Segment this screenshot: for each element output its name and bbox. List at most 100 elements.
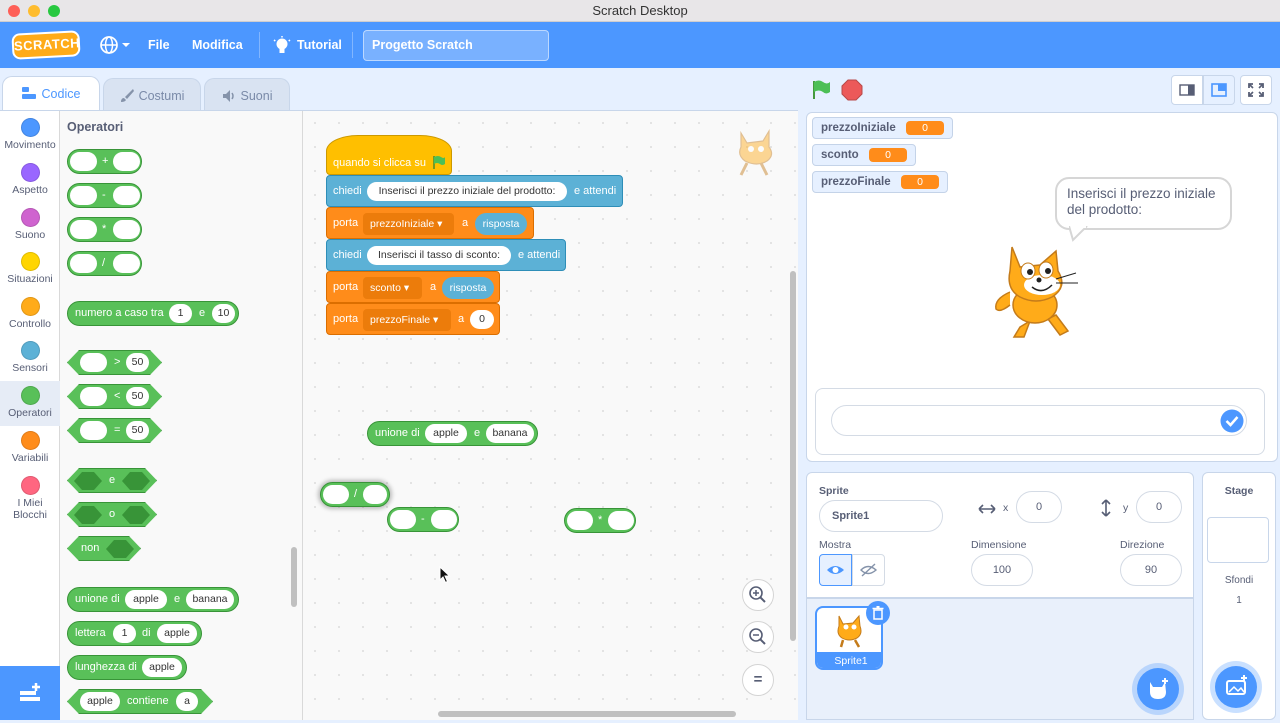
operand-input[interactable] bbox=[80, 387, 107, 406]
operand-input[interactable] bbox=[113, 186, 140, 205]
minimize-window-button[interactable] bbox=[28, 5, 40, 17]
stage[interactable]: prezzoIniziale 0 sconto 0 prezzoFinale 0… bbox=[806, 112, 1278, 462]
operand-input[interactable] bbox=[390, 510, 416, 529]
variable-monitor[interactable]: prezzoFinale 0 bbox=[812, 171, 948, 193]
length-of-block[interactable]: lunghezza di apple bbox=[67, 655, 187, 680]
operand-input[interactable]: 50 bbox=[126, 387, 149, 406]
join-input-a[interactable]: apple bbox=[425, 424, 467, 443]
tab-sounds[interactable]: Suoni bbox=[204, 78, 290, 112]
boolean-slot[interactable] bbox=[74, 472, 102, 490]
show-sprite-button[interactable] bbox=[819, 554, 852, 586]
operand-input[interactable] bbox=[431, 510, 457, 529]
delete-sprite-button[interactable] bbox=[866, 601, 890, 625]
submit-check-icon[interactable] bbox=[1220, 409, 1244, 433]
multiply-block[interactable]: * bbox=[564, 508, 636, 533]
divide-block[interactable]: / bbox=[67, 251, 142, 276]
answer-reporter[interactable]: risposta bbox=[442, 277, 494, 299]
hide-sprite-button[interactable] bbox=[852, 554, 885, 586]
file-menu[interactable]: File bbox=[148, 22, 170, 68]
variable-monitor[interactable]: prezzoIniziale 0 bbox=[812, 117, 953, 139]
boolean-slot[interactable] bbox=[74, 506, 102, 524]
set-variable-block[interactable]: porta sconto ▾ a risposta bbox=[326, 271, 500, 303]
not-block[interactable]: non bbox=[67, 536, 141, 561]
less-than-block[interactable]: < 50 bbox=[67, 384, 162, 409]
length-word-input[interactable]: apple bbox=[142, 658, 182, 677]
add-block[interactable]: + bbox=[67, 149, 142, 174]
join-input-b[interactable]: banana bbox=[486, 424, 534, 443]
subtract-block[interactable]: - bbox=[387, 507, 459, 532]
greater-than-block[interactable]: > 50 bbox=[67, 350, 162, 375]
operand-input[interactable] bbox=[113, 254, 140, 273]
operand-input[interactable]: 50 bbox=[126, 421, 149, 440]
x-position-input[interactable]: 0 bbox=[1016, 491, 1062, 523]
random-to-input[interactable]: 10 bbox=[212, 304, 235, 323]
join-block[interactable]: unione di apple e banana bbox=[367, 421, 538, 446]
stop-button[interactable] bbox=[841, 79, 863, 101]
variable-dropdown[interactable]: prezzoFinale ▾ bbox=[363, 309, 451, 331]
y-position-input[interactable]: 0 bbox=[1136, 491, 1182, 523]
category-movimento[interactable]: Movimento bbox=[0, 118, 60, 151]
large-stage-button[interactable] bbox=[1203, 75, 1235, 105]
contains-block[interactable]: apple contiene a bbox=[67, 689, 213, 714]
value-input[interactable]: 0 bbox=[470, 310, 494, 329]
operand-input[interactable] bbox=[70, 254, 97, 273]
category-aspetto[interactable]: Aspetto bbox=[0, 163, 60, 196]
tab-code[interactable]: Codice bbox=[2, 76, 100, 112]
backdrop-thumbnail[interactable] bbox=[1207, 517, 1269, 563]
choose-backdrop-button[interactable] bbox=[1215, 666, 1257, 708]
when-flag-clicked-block[interactable]: quando si clicca su bbox=[326, 135, 452, 175]
cat-sprite[interactable] bbox=[990, 237, 1090, 339]
answer-reporter[interactable]: risposta bbox=[475, 213, 527, 235]
edit-menu[interactable]: Modifica bbox=[192, 22, 243, 68]
category-operatori[interactable]: Operatori bbox=[0, 381, 60, 426]
variable-dropdown[interactable]: prezzoIniziale ▾ bbox=[363, 213, 454, 235]
operand-input[interactable] bbox=[323, 485, 349, 504]
horizontal-scrollbar[interactable] bbox=[438, 711, 736, 717]
equals-block[interactable]: = 50 bbox=[67, 418, 162, 443]
ask-question-input[interactable]: Inserisci il prezzo iniziale del prodott… bbox=[367, 182, 567, 201]
sprite-name-input[interactable]: Sprite1 bbox=[819, 500, 943, 532]
zoom-reset-button[interactable]: = bbox=[742, 664, 774, 696]
letter-of-block[interactable]: lettera 1 di apple bbox=[67, 621, 202, 646]
random-block[interactable]: numero a caso tra 1 e 10 bbox=[67, 301, 239, 326]
category-situazioni[interactable]: Situazioni bbox=[0, 252, 60, 285]
script-area[interactable]: quando si clicca su chiedi Inserisci il … bbox=[303, 111, 798, 720]
operand-input[interactable] bbox=[363, 485, 387, 504]
operand-input[interactable] bbox=[113, 152, 140, 171]
multiply-block[interactable]: * bbox=[67, 217, 142, 242]
fullscreen-button[interactable] bbox=[1240, 75, 1272, 105]
tutorial-menu[interactable] bbox=[272, 36, 292, 59]
divide-block[interactable]: / bbox=[320, 482, 390, 507]
operand-input[interactable]: 50 bbox=[126, 353, 149, 372]
green-flag-button[interactable] bbox=[810, 79, 832, 101]
set-variable-block[interactable]: porta prezzoFinale ▾ a 0 bbox=[326, 303, 500, 335]
operand-input[interactable] bbox=[70, 186, 97, 205]
add-extension-button[interactable] bbox=[0, 666, 60, 720]
ask-and-wait-block[interactable]: chiedi Inserisci il prezzo iniziale del … bbox=[326, 175, 623, 207]
join-input-a[interactable]: apple bbox=[125, 590, 167, 609]
scratch-logo[interactable]: SCRATCH bbox=[11, 30, 81, 60]
category-controllo[interactable]: Controllo bbox=[0, 297, 60, 330]
operand-input[interactable] bbox=[80, 353, 107, 372]
size-input[interactable]: 100 bbox=[971, 554, 1033, 586]
boolean-slot[interactable] bbox=[106, 540, 134, 558]
boolean-slot[interactable] bbox=[122, 472, 150, 490]
operand-input[interactable] bbox=[70, 152, 97, 171]
letter-word-input[interactable]: apple bbox=[157, 624, 197, 643]
tab-costumes[interactable]: Costumi bbox=[103, 78, 201, 112]
close-window-button[interactable] bbox=[8, 5, 20, 17]
join-block[interactable]: unione di apple e banana bbox=[67, 587, 239, 612]
tutorial-label[interactable]: Tutorial bbox=[297, 22, 342, 68]
ask-and-wait-block[interactable]: chiedi Inserisci il tasso di sconto: e a… bbox=[326, 239, 566, 271]
letter-index-input[interactable]: 1 bbox=[113, 624, 136, 643]
ask-question-input[interactable]: Inserisci il tasso di sconto: bbox=[367, 246, 511, 265]
boolean-slot[interactable] bbox=[122, 506, 150, 524]
stage-selector-panel[interactable]: Stage Sfondi 1 bbox=[1202, 472, 1276, 720]
zoom-out-button[interactable] bbox=[742, 621, 774, 653]
small-stage-button[interactable] bbox=[1171, 75, 1203, 105]
variable-monitor[interactable]: sconto 0 bbox=[812, 144, 916, 166]
or-block[interactable]: o bbox=[67, 502, 157, 527]
project-title-input[interactable]: Progetto Scratch bbox=[363, 30, 549, 61]
subtract-block[interactable]: - bbox=[67, 183, 142, 208]
operand-input[interactable] bbox=[70, 220, 97, 239]
